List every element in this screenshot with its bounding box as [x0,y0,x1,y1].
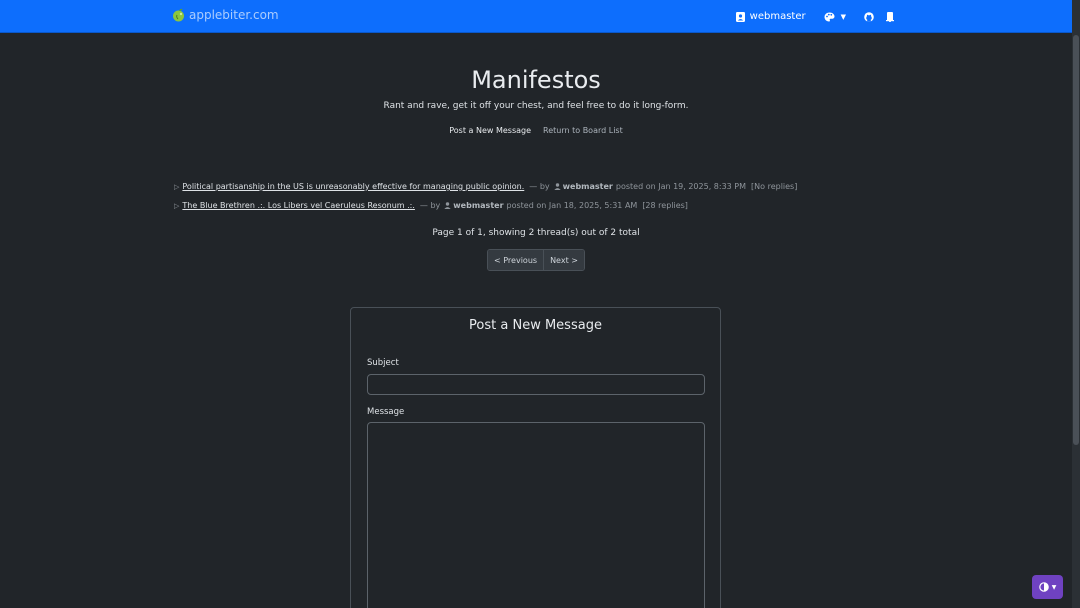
pagination-info: Page 1 of 1, showing 2 thread(s) out of … [432,228,640,238]
brand-link[interactable]: applebiter.com [172,8,279,22]
thread-list: ▷ Political partisanship in the US is un… [174,177,894,215]
chevron-down-icon: ▼ [1051,583,1057,591]
new-message-card: Post a New Message Subject Message [350,307,721,608]
thread-replies-count: [No replies] [751,182,798,191]
message-label: Message [367,407,405,417]
message-textarea[interactable] [367,422,705,608]
user-menu[interactable]: webmaster [735,11,806,22]
bell-icon [886,11,894,22]
thread-posted-date: posted on Jan 18, 2025, 5:31 AM [506,201,638,210]
next-page-button[interactable]: Next > [543,250,584,270]
thread-title-link[interactable]: Political partisanship in the US is unre… [182,182,524,191]
page-subtitle: Rant and rave, get it off your chest, an… [383,101,689,111]
scrollbar-thumb[interactable] [1073,35,1079,445]
thread-title-link[interactable]: The Blue Brethren .:. Los Libers vel Cae… [182,201,415,210]
user-name: webmaster [749,11,806,22]
thread-author-link[interactable]: webmaster [453,201,503,210]
subject-label: Subject [367,358,399,368]
header-links: Post a New Message Return to Board List [0,126,1072,135]
user-badge-icon [735,11,745,22]
github-icon [864,11,874,22]
expand-triangle-icon[interactable]: ▷ [174,183,179,191]
notifications-button[interactable] [886,11,894,22]
expand-triangle-icon[interactable]: ▷ [174,202,179,210]
top-navbar: applebiter.com webmaster ▼ [0,0,1072,33]
previous-page-button[interactable]: < Previous [488,250,544,270]
user-icon [553,183,561,190]
github-link[interactable] [864,11,874,22]
palette-icon [824,12,835,21]
thread-row: ▷ The Blue Brethren .:. Los Libers vel C… [174,196,894,215]
contrast-icon [1038,582,1049,592]
thread-posted-date: posted on Jan 19, 2025, 8:33 PM [615,182,747,191]
pagination-controls: < Previous Next > [487,249,585,271]
thread-author-link[interactable]: webmaster [563,182,613,191]
chevron-down-icon: ▼ [840,12,846,21]
return-to-board-list-link[interactable]: Return to Board List [543,126,623,135]
thread-replies-count: [28 replies] [642,201,688,210]
thread-by-label: — by [419,201,441,210]
apple-logo-icon [173,8,184,22]
thread-by-label: — by [529,182,550,191]
user-icon [444,202,451,209]
theme-menu[interactable]: ▼ [824,12,846,22]
post-new-message-link[interactable]: Post a New Message [449,126,531,135]
brand-name: applebiter.com [189,8,279,22]
page-title: Manifestos [471,66,601,94]
new-message-title: Post a New Message [469,318,602,333]
subject-input[interactable] [367,374,705,395]
color-mode-toggle[interactable]: ▼ [1032,575,1063,599]
page-scrollbar[interactable] [1072,0,1080,608]
thread-row: ▷ Political partisanship in the US is un… [174,177,894,196]
